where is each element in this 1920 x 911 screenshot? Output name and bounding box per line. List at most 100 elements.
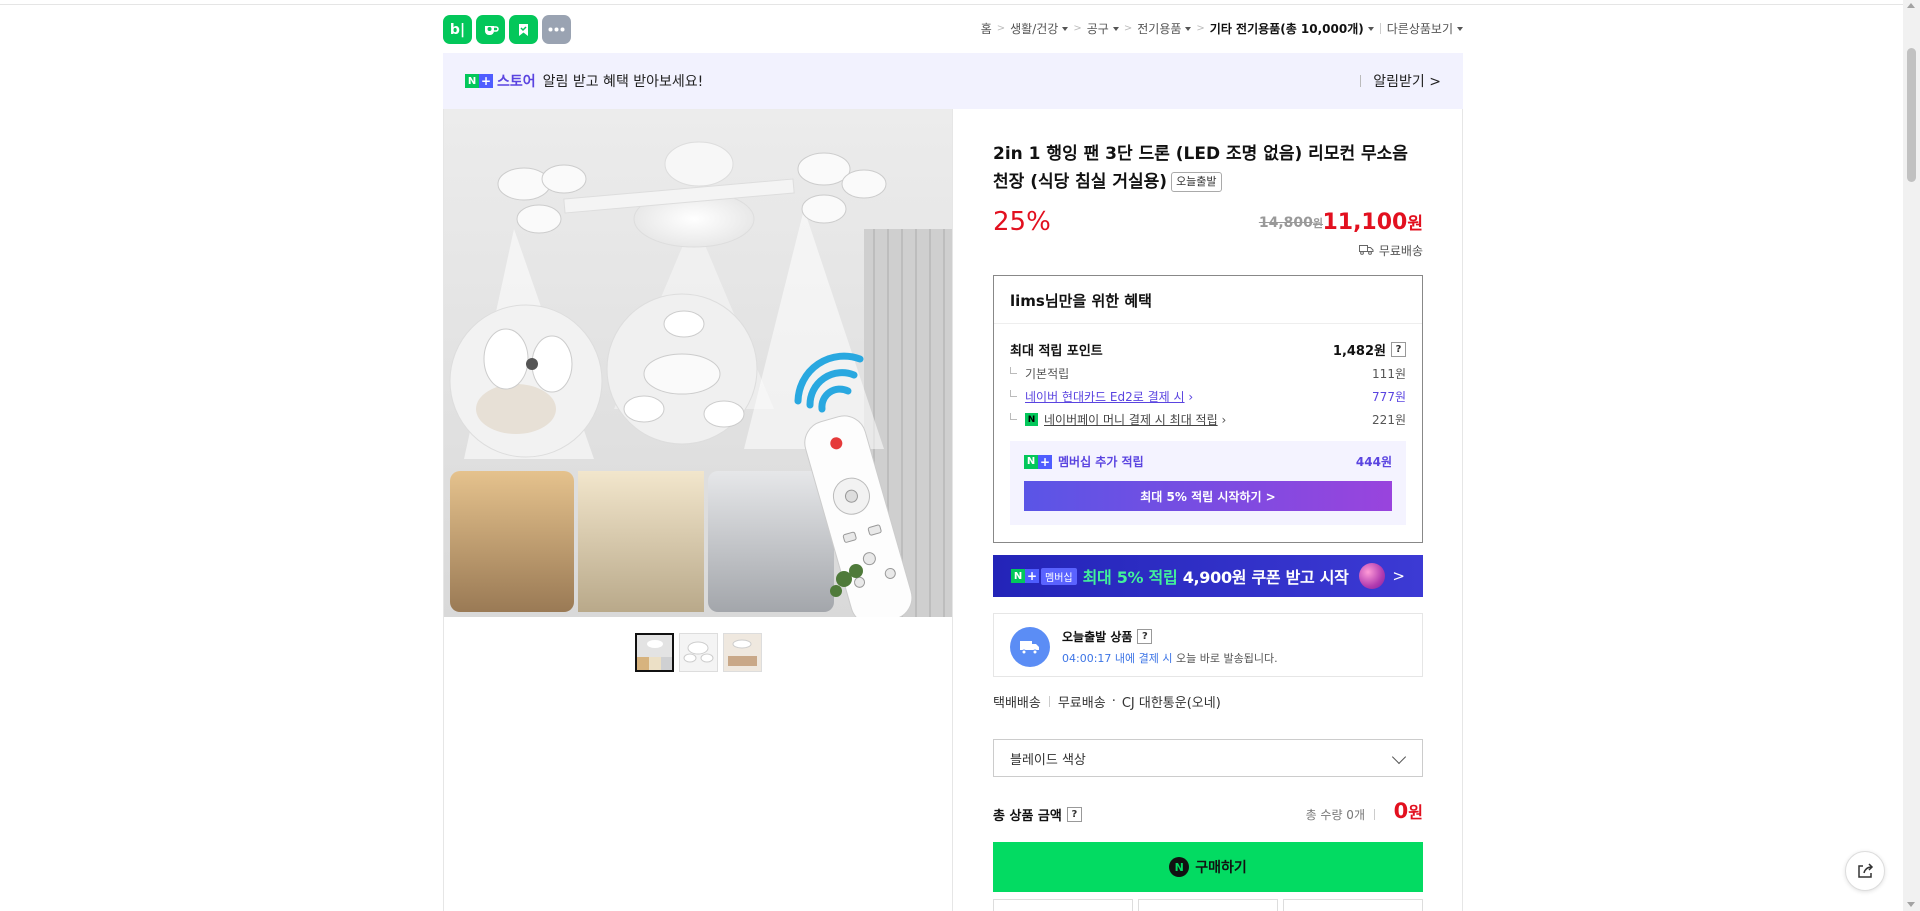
breadcrumb: 홈 > 생활/건강 > 공구 > 전기용품 > 기타 전기용품(총 10,000… bbox=[981, 20, 1463, 37]
chevron-right-icon: › bbox=[1184, 389, 1194, 404]
breadcrumb-home[interactable]: 홈 bbox=[981, 20, 992, 37]
total-label: 총 상품 금액 bbox=[993, 809, 1062, 824]
total-amount-value: 0 bbox=[1393, 799, 1409, 823]
thumbnail-1[interactable] bbox=[635, 633, 674, 672]
share-button[interactable] bbox=[1845, 851, 1885, 891]
promo-rest: 4,900원 쿠폰 받고 시작 bbox=[1182, 568, 1349, 587]
product-main-image[interactable] bbox=[444, 109, 952, 617]
help-icon[interactable]: ? bbox=[1137, 629, 1153, 644]
breadcrumb-current[interactable]: 기타 전기용품(총 10,000개) bbox=[1210, 20, 1374, 37]
total-price-row: 총 상품 금액? 총 수량 0개 0원 bbox=[993, 799, 1423, 829]
secondary-button[interactable] bbox=[1283, 899, 1423, 911]
thumbnail-2[interactable] bbox=[679, 633, 718, 672]
sale-price-value: 11,100 bbox=[1322, 210, 1408, 235]
select-label: 블레이드 색상 bbox=[1010, 752, 1086, 768]
product-title: 2in 1 행잉 팬 3단 드론 (LED 조명 없음) 리모컨 무소음 천장 … bbox=[993, 140, 1423, 196]
secondary-buttons bbox=[993, 899, 1423, 911]
page-scrollbar[interactable] bbox=[1903, 0, 1920, 911]
npay-benefit-link[interactable]: 네이버페이 머니 결제 시 최대 적립 bbox=[1044, 411, 1218, 428]
naver-pay-icon: N bbox=[1169, 857, 1190, 877]
browser-top-edge bbox=[0, 0, 1920, 5]
scrollbar-thumb[interactable] bbox=[1907, 48, 1916, 182]
total-label-row: 총 상품 금액? bbox=[993, 805, 1082, 824]
scroll-down-arrow-icon[interactable] bbox=[1907, 902, 1915, 907]
npay-points-value: 221원 bbox=[1372, 413, 1406, 427]
delivery-carrier: CJ 대한통운(오네) bbox=[1121, 696, 1221, 711]
chevron-right-icon: › bbox=[1217, 412, 1227, 427]
bookmark-icon[interactable] bbox=[509, 15, 538, 44]
breadcrumb-separator: > bbox=[1196, 23, 1205, 34]
store-label: 스토어 bbox=[497, 74, 536, 90]
other-products-dropdown[interactable]: 다른상품보기 bbox=[1387, 20, 1463, 37]
delivery-fee: 무료배송 bbox=[1057, 696, 1106, 711]
tree-elbow bbox=[1010, 413, 1017, 420]
shipping-info: 무료배송 bbox=[1358, 242, 1423, 259]
cafe-icon[interactable] bbox=[476, 15, 505, 44]
secondary-button[interactable] bbox=[993, 899, 1133, 911]
basic-points-row: 기본적립 111원 bbox=[1010, 365, 1406, 382]
blade-color-select[interactable]: 블레이드 색상 bbox=[993, 739, 1423, 777]
truck-icon bbox=[1358, 244, 1374, 258]
more-icon[interactable] bbox=[542, 15, 571, 44]
buy-label: 구매하기 bbox=[1195, 860, 1247, 876]
naver-plus-logo: N + bbox=[1011, 569, 1039, 583]
total-amount-unit: 원 bbox=[1408, 803, 1423, 822]
max-points-label: 최대 적립 포인트 bbox=[1010, 344, 1103, 359]
tree-elbow bbox=[1010, 367, 1017, 374]
membership-row: N + 멤버십 추가 적립 444원 bbox=[1024, 453, 1392, 470]
today-ship-title-row: 오늘출발 상품? bbox=[1062, 628, 1153, 645]
divider bbox=[1048, 696, 1050, 707]
breadcrumb-category-2[interactable]: 공구 bbox=[1087, 20, 1119, 37]
breadcrumb-separator: > bbox=[1073, 23, 1082, 34]
frame-divider bbox=[952, 109, 953, 911]
benefit-box: lims님만을 위한 혜택 최대 적립 포인트 1,482원? 기본적립 111… bbox=[993, 275, 1423, 543]
today-ship-rest: 오늘 바로 발송됩니다. bbox=[1176, 652, 1278, 665]
image-thumbnails bbox=[635, 633, 762, 672]
original-price: 14,800원 bbox=[1259, 215, 1323, 231]
thumbnail-3[interactable] bbox=[723, 633, 762, 672]
help-icon[interactable]: ? bbox=[1391, 342, 1406, 357]
alarm-button[interactable]: 알림받기 > bbox=[1360, 71, 1441, 91]
banner-message: 알림 받고 혜택 받아보세요! bbox=[542, 74, 704, 90]
store-alarm-banner: N + 스토어 알림 받고 혜택 받아보세요! 알림받기 > bbox=[443, 53, 1463, 109]
top-navigation: b| 홈 > 생활/건강 > 공구 > 전기용품 > 기타 전기용품(총 10,… bbox=[443, 12, 1463, 44]
delivery-type: 택배배송 bbox=[993, 696, 1041, 711]
membership-value: 444원 bbox=[1355, 455, 1392, 469]
today-ship-desc: 04:00:17 내에 결제 시 오늘 바로 발송됩니다. bbox=[1062, 650, 1278, 666]
blog-icon[interactable]: b| bbox=[443, 15, 472, 44]
buy-button[interactable]: N 구매하기 bbox=[993, 842, 1423, 892]
breadcrumb-category-3[interactable]: 전기용품 bbox=[1137, 20, 1191, 37]
basic-points-value: 111원 bbox=[1372, 367, 1406, 381]
secondary-button[interactable] bbox=[1138, 899, 1278, 911]
today-ship-title: 오늘출발 상품 bbox=[1062, 630, 1133, 644]
discount-rate: 25% bbox=[993, 207, 1051, 237]
gift-ball-icon bbox=[1358, 563, 1385, 589]
help-icon[interactable]: ? bbox=[1066, 807, 1082, 822]
membership-start-button[interactable]: 최대 5% 적립 시작하기 > bbox=[1024, 481, 1392, 511]
total-amount: 0원 bbox=[1394, 799, 1423, 823]
sale-price: 11,100원 bbox=[1322, 209, 1423, 235]
delivery-info: 택배배송 무료배송 · CJ 대한통운(오네) bbox=[993, 692, 1221, 711]
card-points-row: 네이버 현대카드 Ed2로 결제 시 › 777원 bbox=[1010, 388, 1406, 405]
dot-separator: · bbox=[1111, 694, 1116, 709]
card-benefit-link[interactable]: 네이버 현대카드 Ed2로 결제 시 bbox=[1025, 388, 1185, 405]
original-price-value: 14,800 bbox=[1258, 215, 1313, 231]
membership-label: 멤버십 추가 적립 bbox=[1058, 455, 1144, 469]
breadcrumb-separator: > bbox=[1123, 23, 1133, 34]
max-points-value: 1,482원 bbox=[1332, 344, 1386, 359]
chevron-down-icon bbox=[1391, 749, 1407, 765]
basic-points-label: 기본적립 bbox=[1025, 367, 1070, 381]
naver-plus-logo: N + bbox=[465, 74, 493, 88]
breadcrumb-divider bbox=[1379, 23, 1381, 34]
breadcrumb-category-1[interactable]: 생활/건강 bbox=[1010, 20, 1068, 37]
npay-points-row: N 네이버페이 머니 결제 시 최대 적립 › 221원 bbox=[1010, 411, 1406, 428]
card-points-value: 777원 bbox=[1372, 390, 1406, 404]
share-icon bbox=[1858, 863, 1874, 878]
naver-plus-logo: N + bbox=[1024, 454, 1052, 469]
membership-promo-banner[interactable]: N + 멤버십 최대 5% 적립 4,900원 쿠폰 받고 시작 > bbox=[993, 555, 1423, 597]
shipping-fee: 무료배송 bbox=[1378, 244, 1423, 258]
frame-divider bbox=[1462, 109, 1463, 911]
scroll-up-arrow-icon[interactable] bbox=[1907, 3, 1915, 8]
sale-price-unit: 원 bbox=[1407, 214, 1423, 234]
promo-text: 최대 5% 적립 4,900원 쿠폰 받고 시작 bbox=[1083, 564, 1349, 588]
